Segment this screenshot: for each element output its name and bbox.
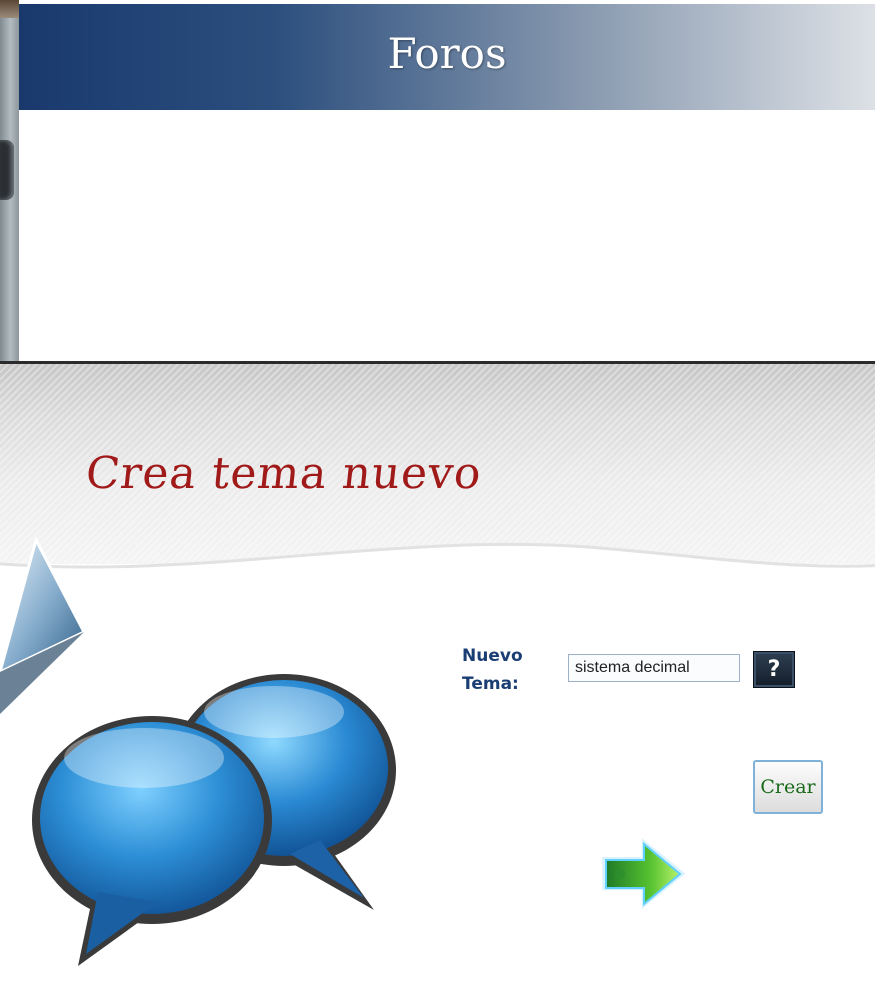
new-topic-section: Crea tema nuevo Nuevo Tema: sistema deci… [0, 364, 875, 983]
side-panel-top [0, 0, 19, 18]
side-handle [0, 140, 14, 200]
side-panel [0, 0, 19, 362]
help-button[interactable]: ? [753, 651, 795, 688]
chat-bubbles-icon [32, 674, 396, 966]
title-bar: Foros [19, 4, 875, 110]
green-arrow-icon[interactable] [598, 834, 690, 914]
page-heading: Crea tema nuevo [83, 448, 485, 499]
create-button[interactable]: Crear [753, 760, 823, 814]
topic-label-line1: Nuevo [462, 646, 523, 666]
window-title: Foros [387, 28, 507, 78]
topic-label-line2: Tema: [462, 674, 519, 694]
topic-label: Nuevo Tema: [462, 642, 552, 698]
topic-input[interactable] [568, 654, 740, 682]
header-wave [0, 542, 875, 602]
